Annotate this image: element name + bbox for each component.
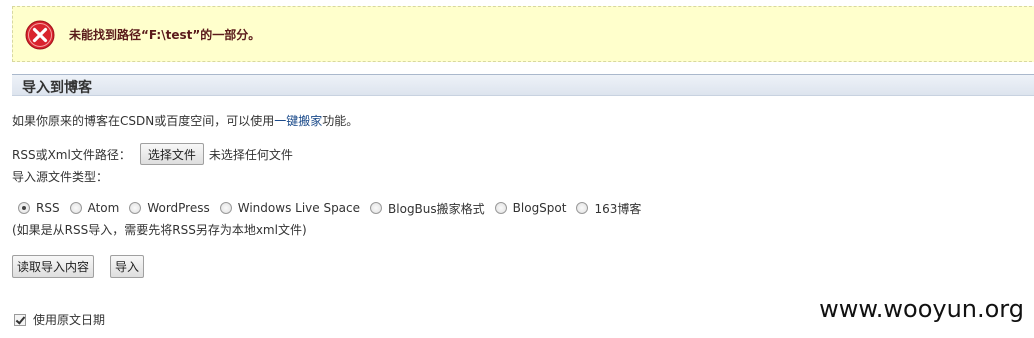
radio-button[interactable] (69, 202, 82, 214)
radio-button[interactable] (494, 202, 507, 214)
source-type-label: 导入源文件类型： (12, 170, 109, 184)
radio-atom[interactable]: Atom (69, 201, 120, 215)
rss-file-row: RSS或Xml文件路径： 选择文件 未选择任何文件 (12, 142, 293, 166)
description-text: 如果你原来的博客在CSDN或百度空间，可以使用 (12, 114, 275, 128)
radio-163-blog[interactable]: 163博客 (576, 200, 641, 217)
radio-label: BlogSpot (512, 201, 567, 215)
radio-button[interactable] (370, 202, 383, 214)
radio-button[interactable] (18, 202, 30, 214)
radio-label: WordPress (147, 201, 210, 215)
rss-path-label: RSS或Xml文件路径： (12, 147, 131, 162)
radio-label: Atom (87, 201, 120, 215)
radio-button[interactable] (129, 202, 142, 214)
error-message-box: 未能找到路径“F:\test”的一部分。 (12, 6, 1034, 62)
radio-wordpress[interactable]: WordPress (129, 201, 210, 215)
use-original-date-checkbox[interactable] (14, 313, 26, 326)
read-import-content-button[interactable]: 读取导入内容 (12, 255, 95, 278)
source-type-radio-group: RSS Atom WordPress Windows Live Space Bl… (18, 199, 651, 217)
radio-label: RSS (36, 201, 60, 215)
error-message-text: 未能找到路径“F:\test”的一部分。 (69, 28, 261, 42)
use-original-date-label: 使用原文日期 (33, 313, 106, 327)
radio-label: 163博客 (594, 201, 642, 216)
radio-blogbus[interactable]: BlogBus搬家格式 (370, 200, 485, 217)
choose-file-button[interactable]: 选择文件 (139, 143, 204, 165)
watermark-text: www.wooyun.org (819, 295, 1024, 323)
import-button[interactable]: 导入 (110, 255, 145, 278)
radio-button[interactable] (576, 202, 589, 214)
import-description: 如果你原来的博客在CSDN或百度空间，可以使用一键搬家功能。 (12, 112, 358, 129)
one-click-move-link[interactable]: 一键搬家 (274, 114, 322, 128)
radio-windows-live-space[interactable]: Windows Live Space (219, 201, 361, 215)
radio-button[interactable] (219, 202, 232, 214)
section-header: 导入到博客 (12, 74, 1034, 96)
section-title: 导入到博客 (22, 80, 92, 96)
radio-label: BlogBus搬家格式 (388, 201, 485, 216)
checkmark-icon (15, 313, 26, 325)
error-x-icon (25, 20, 55, 50)
use-original-date-option[interactable]: 使用原文日期 (14, 311, 105, 328)
radio-blogspot[interactable]: BlogSpot (494, 201, 567, 215)
rss-import-note: (如果是从RSS导入，需要先将RSS另存为本地xml文件) (12, 223, 307, 237)
radio-rss[interactable]: RSS (18, 201, 60, 215)
radio-label: Windows Live Space (237, 201, 361, 215)
file-status-text: 未选择任何文件 (208, 147, 293, 162)
description-suffix: 功能。 (322, 114, 359, 128)
